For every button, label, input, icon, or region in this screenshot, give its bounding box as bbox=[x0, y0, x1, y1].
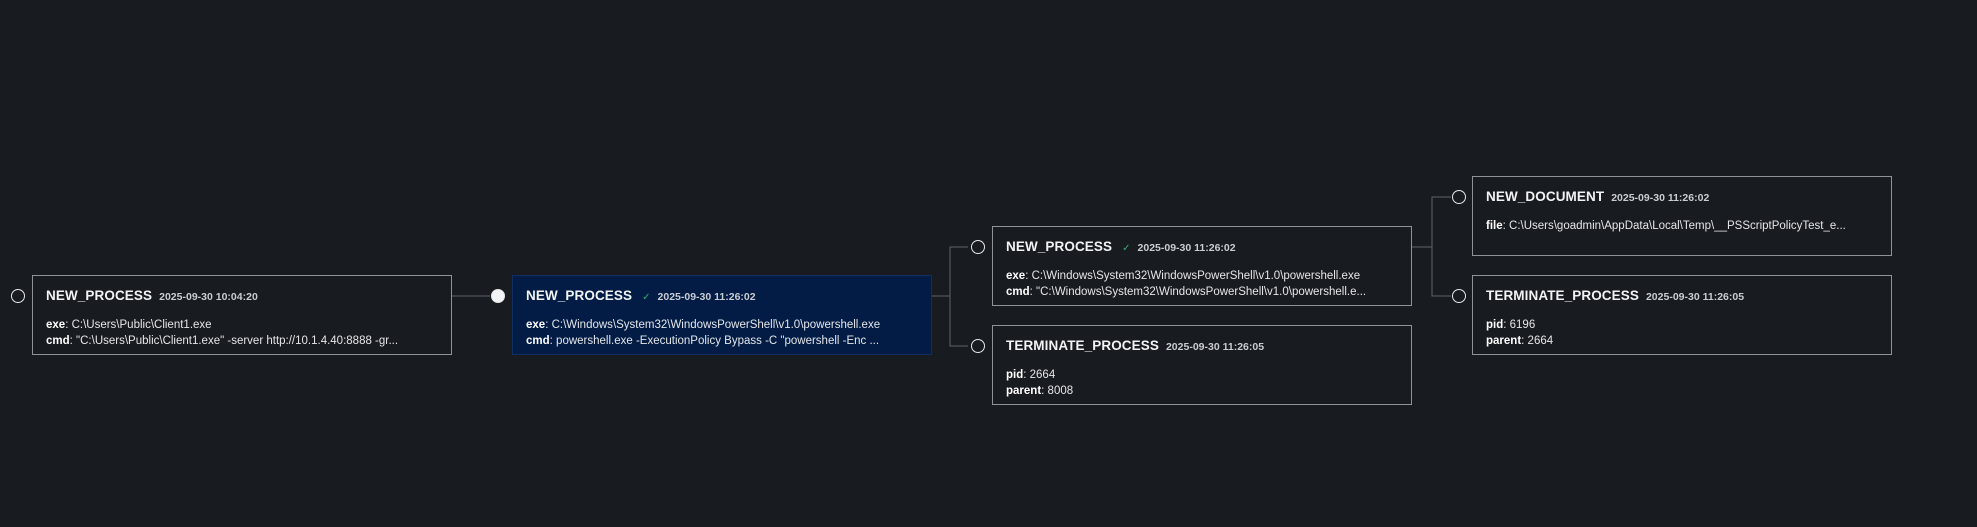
check-icon: ✓ bbox=[642, 292, 651, 303]
field-file: file: C:\Users\goadmin\AppData\Local\Tem… bbox=[1486, 220, 1846, 232]
event-node[interactable]: NEW_PROCESS 2025-09-30 10:04:20 exe: C:\… bbox=[32, 275, 452, 355]
event-node[interactable]: NEW_PROCESS ✓ 2025-09-30 11:26:02 exe: C… bbox=[992, 226, 1412, 306]
field-pid: pid: 2664 bbox=[1006, 369, 1056, 381]
check-icon: ✓ bbox=[1122, 243, 1131, 254]
field-exe: exe: C:\Windows\System32\WindowsPowerShe… bbox=[1006, 270, 1361, 282]
field-pid: pid: 6196 bbox=[1486, 319, 1536, 331]
field-exe: exe: C:\Windows\System32\WindowsPowerShe… bbox=[526, 319, 881, 331]
field-cmd: cmd: "C:\Users\Public\Client1.exe" -serv… bbox=[46, 335, 399, 347]
field-parent: parent: 8008 bbox=[1006, 385, 1074, 397]
event-type: NEW_DOCUMENT bbox=[1486, 189, 1605, 204]
edge-3-5 bbox=[1412, 196, 1451, 248]
node-port[interactable] bbox=[491, 289, 505, 303]
event-node-selected[interactable]: NEW_PROCESS ✓ 2025-09-30 11:26:02 exe: C… bbox=[512, 275, 932, 355]
node-port[interactable] bbox=[971, 240, 985, 254]
event-type: TERMINATE_PROCESS bbox=[1486, 288, 1639, 303]
event-type: NEW_PROCESS bbox=[46, 288, 153, 303]
event-time: 2025-09-30 10:04:20 bbox=[159, 291, 258, 303]
event-time: 2025-09-30 11:26:02 bbox=[1137, 242, 1236, 254]
edge-layer bbox=[451, 196, 1451, 347]
event-time: 2025-09-30 11:26:05 bbox=[1645, 291, 1745, 303]
event-type: NEW_PROCESS bbox=[526, 288, 633, 303]
edge-2-3 bbox=[932, 246, 968, 297]
node-port[interactable] bbox=[11, 289, 25, 303]
node-port[interactable] bbox=[1452, 190, 1466, 204]
event-node[interactable]: TERMINATE_PROCESS 2025-09-30 11:26:05 pi… bbox=[1472, 275, 1892, 355]
field-cmd: cmd: "C:\Windows\System32\WindowsPowerSh… bbox=[1006, 286, 1367, 298]
field-cmd: cmd: powershell.exe -ExecutionPolicy Byp… bbox=[526, 335, 880, 347]
field-exe: exe: C:\Users\Public\Client1.exe bbox=[46, 319, 212, 331]
event-type: NEW_PROCESS bbox=[1006, 239, 1113, 254]
field-parent: parent: 2664 bbox=[1486, 335, 1554, 347]
edge-3-6 bbox=[1431, 247, 1451, 297]
event-node[interactable]: TERMINATE_PROCESS 2025-09-30 11:26:05 pi… bbox=[992, 325, 1412, 405]
node-port[interactable] bbox=[971, 339, 985, 353]
event-node[interactable]: NEW_DOCUMENT 2025-09-30 11:26:02 file: C… bbox=[1472, 176, 1892, 256]
event-time: 2025-09-30 11:26:02 bbox=[1611, 192, 1710, 204]
node-port[interactable] bbox=[1452, 289, 1466, 303]
event-time: 2025-09-30 11:26:05 bbox=[1165, 341, 1265, 353]
process-tree-graph: NEW_PROCESS 2025-09-30 10:04:20 exe: C:\… bbox=[0, 0, 1977, 527]
event-time: 2025-09-30 11:26:02 bbox=[657, 291, 756, 303]
edge-2-4 bbox=[949, 296, 968, 347]
event-type: TERMINATE_PROCESS bbox=[1006, 338, 1159, 353]
